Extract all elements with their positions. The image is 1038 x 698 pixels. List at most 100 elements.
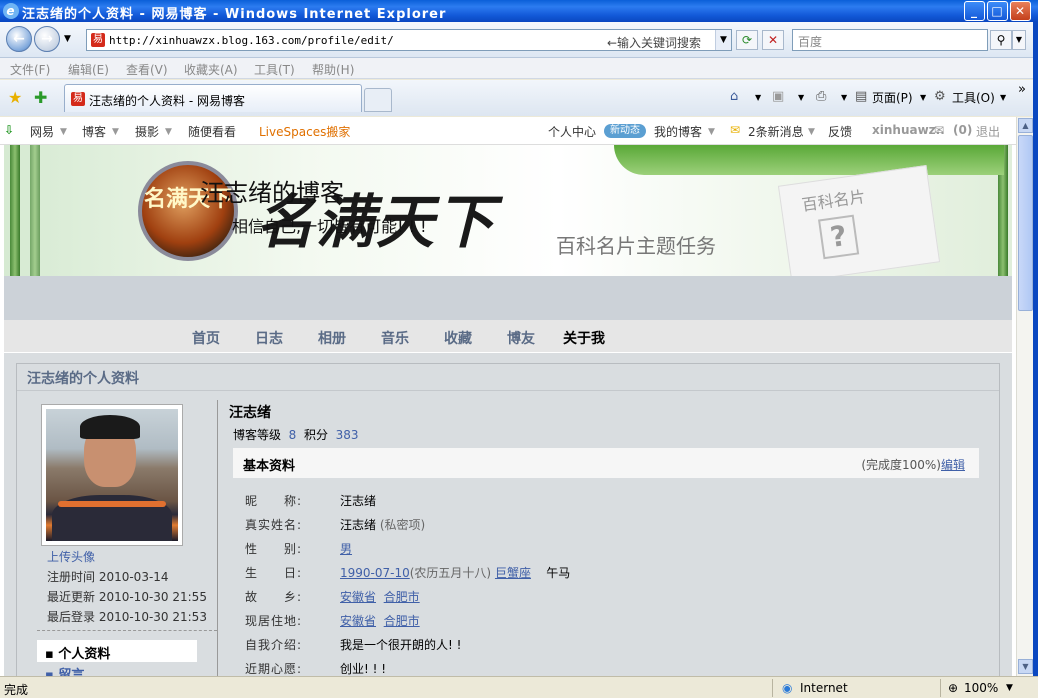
level-value: 8 xyxy=(288,428,297,442)
scroll-up-icon[interactable]: ▲ xyxy=(1018,118,1033,133)
site-favicon-icon: 易 xyxy=(91,33,105,47)
gender-link[interactable]: 男 xyxy=(340,540,352,557)
page-dropdown-icon[interactable]: ▼ xyxy=(920,93,926,102)
banner-card: 百科名片 ? xyxy=(777,165,941,283)
hometown-city-link[interactable]: 合肥市 xyxy=(384,590,420,604)
messages-dropdown-icon[interactable]: ▼ xyxy=(808,127,815,137)
favorites-star-icon[interactable]: ★ xyxy=(8,88,22,107)
url-text[interactable]: http://xinhuawzx.blog.163.com/profile/ed… xyxy=(109,34,394,47)
address-dropdown-icon[interactable]: ▼ xyxy=(715,30,731,50)
forward-button[interactable]: → xyxy=(34,26,60,52)
page-icon[interactable]: ▤ xyxy=(855,89,867,104)
menu-favorites[interactable]: 收藏夹(A) xyxy=(184,61,238,78)
nav-netease[interactable]: 网易 xyxy=(30,123,54,140)
netease-topbar: ⇩ 网易 ▼ 博客 ▼ 摄影 ▼ 随便看看 LiveSpaces搬家 个人中心 … xyxy=(0,117,1016,145)
left-divider xyxy=(37,630,217,631)
my-blog-link[interactable]: 我的博客 xyxy=(654,123,702,140)
mail-icon[interactable]: ✉ xyxy=(934,123,944,137)
livespaces-link[interactable]: LiveSpaces搬家 xyxy=(259,123,350,140)
vertical-scrollbar[interactable]: ▲ ▼ xyxy=(1016,117,1033,676)
home-icon[interactable]: ⌂ xyxy=(730,89,738,104)
tools-dropdown-icon[interactable]: ▼ xyxy=(1000,93,1006,102)
avatar[interactable] xyxy=(41,404,183,546)
close-button[interactable]: ✕ xyxy=(1010,1,1031,21)
tab-profile[interactable]: 易 汪志绪的个人资料 - 网易博客 xyxy=(64,84,362,112)
nav-photo[interactable]: 摄影 xyxy=(135,123,159,140)
back-button[interactable]: ← xyxy=(6,26,32,52)
stop-icon[interactable]: ✕ xyxy=(762,30,784,50)
tab-music[interactable]: 音乐 xyxy=(381,328,409,348)
logout-link[interactable]: 退出 xyxy=(976,123,1000,140)
menu-profile[interactable]: ▪ 个人资料 xyxy=(37,640,197,662)
gear-icon[interactable]: ⚙ xyxy=(934,89,946,104)
tab-bar: ★ ✚ 易 汪志绪的个人资料 - 网易博客 ⌂ ▼ ▣ ▼ ⎙ ▼ ▤ 页面(P… xyxy=(0,80,1038,116)
minimize-button[interactable]: _ xyxy=(964,1,985,21)
chevron-more-icon[interactable]: » xyxy=(1018,82,1026,97)
tab-about-me[interactable]: 关于我 xyxy=(563,328,605,348)
address-hint: ←输入关键词搜索 xyxy=(607,36,702,50)
nav-netease-dropdown-icon[interactable]: ▼ xyxy=(60,127,67,137)
zone-text: Internet xyxy=(800,681,848,695)
user-stats: 博客等级 8 积分 383 xyxy=(233,426,359,443)
menu-file[interactable]: 文件(F) xyxy=(10,61,50,78)
tab-home[interactable]: 首页 xyxy=(192,328,220,348)
feeds-icon[interactable]: ▣ xyxy=(772,89,784,104)
my-blog-dropdown-icon[interactable]: ▼ xyxy=(708,127,715,137)
zoom-level[interactable]: 100% xyxy=(964,681,998,695)
birthday-link[interactable]: 1990-07-10 xyxy=(340,566,410,580)
new-tab-button[interactable] xyxy=(364,88,392,112)
page-menu[interactable]: 页面(P) xyxy=(872,89,913,106)
bamboo-left-2 xyxy=(30,145,40,276)
zoom-icon[interactable]: ⊕ xyxy=(948,681,958,695)
intro-label: 自我介绍: xyxy=(245,638,303,652)
menu-view[interactable]: 查看(V) xyxy=(126,61,168,78)
print-dropdown-icon[interactable]: ▼ xyxy=(841,93,847,102)
page-viewport: ⇩ 网易 ▼ 博客 ▼ 摄影 ▼ 随便看看 LiveSpaces搬家 个人中心 … xyxy=(0,117,1016,676)
scroll-down-icon[interactable]: ▼ xyxy=(1018,659,1033,674)
nav-blog[interactable]: 博客 xyxy=(82,123,106,140)
search-options-icon[interactable]: ▼ xyxy=(1012,30,1026,50)
tab-album[interactable]: 相册 xyxy=(318,328,346,348)
menu-help[interactable]: 帮助(H) xyxy=(312,61,354,78)
search-input[interactable]: 百度 xyxy=(792,29,988,51)
tab-favorites[interactable]: 收藏 xyxy=(444,328,472,348)
nav-blog-dropdown-icon[interactable]: ▼ xyxy=(112,127,119,137)
zodiac-link[interactable]: 巨蟹座 xyxy=(495,566,531,580)
download-arrow-icon[interactable]: ⇩ xyxy=(4,123,14,137)
messages-link[interactable]: 2条新消息 xyxy=(748,123,804,140)
edit-link[interactable]: 编辑 xyxy=(941,458,965,472)
nav-random[interactable]: 随便看看 xyxy=(188,123,236,140)
personal-center-link[interactable]: 个人中心 xyxy=(548,123,596,140)
feeds-dropdown-icon[interactable]: ▼ xyxy=(798,93,804,102)
mail-count[interactable]: (0) xyxy=(953,123,972,137)
scroll-thumb[interactable] xyxy=(1018,135,1033,311)
tab-friends[interactable]: 博友 xyxy=(507,328,535,348)
card-title: 百科名片 xyxy=(800,186,867,215)
realname-value: 汪志绪 xyxy=(340,518,377,532)
residence-province-link[interactable]: 安徽省 xyxy=(340,614,376,628)
home-dropdown-icon[interactable]: ▼ xyxy=(755,93,761,102)
search-icon[interactable]: ⚲ xyxy=(990,30,1012,50)
refresh-icon[interactable]: ⟳ xyxy=(736,30,758,50)
main-content: 汪志绪的个人资料 上传头像 注册时间 2010-03-14 最近更新 2010-… xyxy=(4,353,1012,676)
new-activity-badge[interactable]: 新动态 xyxy=(604,124,646,138)
tab-journal[interactable]: 日志 xyxy=(255,328,283,348)
add-favorite-icon[interactable]: ✚ xyxy=(34,88,47,107)
menu-guestbook[interactable]: ▪ 留言 xyxy=(45,664,84,676)
feedback-link[interactable]: 反馈 xyxy=(828,123,852,140)
message-icon: ✉ xyxy=(730,123,741,137)
question-icon: ? xyxy=(817,214,860,260)
address-field[interactable]: 易 http://xinhuawzx.blog.163.com/profile/… xyxy=(86,29,732,51)
birthday-label: 生 日: xyxy=(245,566,303,580)
maximize-button[interactable]: □ xyxy=(987,1,1008,21)
hometown-province-link[interactable]: 安徽省 xyxy=(340,590,376,604)
upload-avatar-link[interactable]: 上传头像 xyxy=(47,548,95,565)
residence-city-link[interactable]: 合肥市 xyxy=(384,614,420,628)
history-dropdown-icon[interactable]: ▼ xyxy=(64,34,71,44)
menu-edit[interactable]: 编辑(E) xyxy=(68,61,109,78)
nav-photo-dropdown-icon[interactable]: ▼ xyxy=(165,127,172,137)
tools-menu[interactable]: 工具(O) xyxy=(952,89,995,106)
menu-tools[interactable]: 工具(T) xyxy=(254,61,295,78)
print-icon[interactable]: ⎙ xyxy=(816,89,826,104)
zoom-dropdown-icon[interactable]: ▼ xyxy=(1006,683,1013,693)
